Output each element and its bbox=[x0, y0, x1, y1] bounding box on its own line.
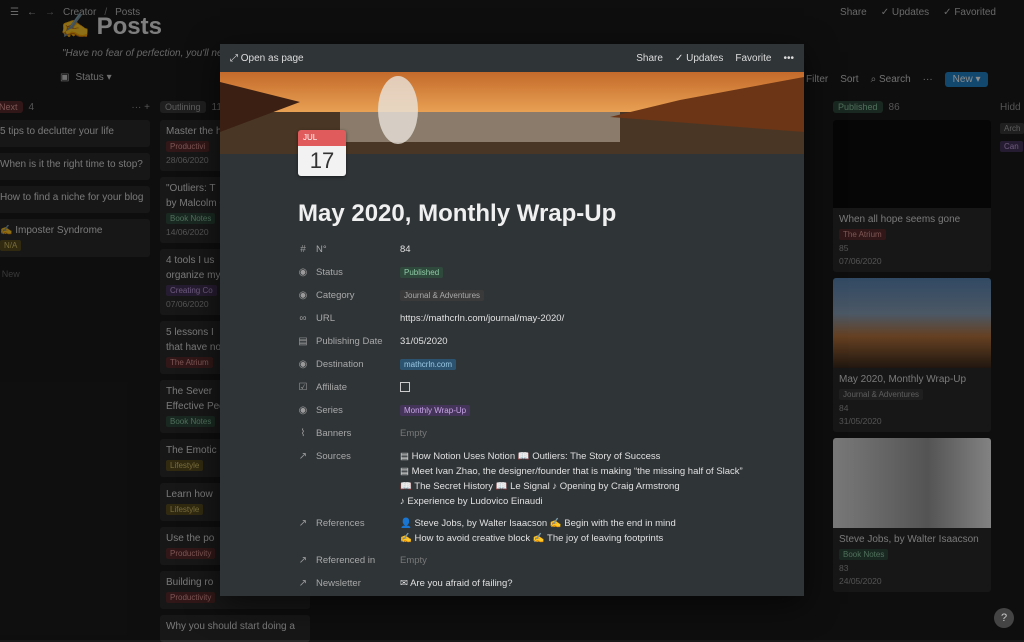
relation-link[interactable]: ▤ How Notion Uses Notion bbox=[400, 451, 515, 462]
page-peek-modal: ⤢ Open as page Share ✓ Updates Favorite … bbox=[220, 44, 804, 596]
select-icon: ◉ bbox=[298, 268, 308, 278]
select-icon: ◉ bbox=[298, 406, 308, 416]
checkbox-icon: ☑ bbox=[298, 383, 308, 393]
property-affiliate[interactable]: ☑Affiliate bbox=[298, 378, 778, 401]
open-as-page-button[interactable]: ⤢ Open as page bbox=[230, 53, 304, 64]
relation-link[interactable]: ✉ Are you afraid of failing? bbox=[400, 578, 513, 589]
relation-arrow-icon: ↗ bbox=[298, 519, 308, 529]
property-status[interactable]: ◉StatusPublished bbox=[298, 263, 778, 286]
help-button[interactable]: ? bbox=[994, 608, 1014, 628]
select-icon: ◉ bbox=[298, 360, 308, 370]
affiliate-checkbox[interactable] bbox=[400, 382, 410, 392]
relation-arrow-icon: ↗ bbox=[298, 579, 308, 589]
page-title[interactable]: May 2020, Monthly Wrap-Up bbox=[298, 200, 616, 228]
property-category[interactable]: ◉CategoryJournal & Adventures bbox=[298, 286, 778, 309]
modal-toolbar: ⤢ Open as page Share ✓ Updates Favorite … bbox=[220, 44, 804, 72]
property-url[interactable]: ∞URLhttps://mathcrln.com/journal/may-202… bbox=[298, 309, 778, 332]
modal-updates-button[interactable]: ✓ Updates bbox=[675, 53, 723, 64]
property-publishing-date[interactable]: ▤Publishing Date31/05/2020 bbox=[298, 332, 778, 355]
relation-link[interactable]: ♪ Experience by Ludovico Einaudi bbox=[400, 496, 543, 507]
calendar-page-icon[interactable]: JUL 17 bbox=[298, 130, 346, 176]
relation-link[interactable]: 📖 The Secret History bbox=[400, 481, 493, 492]
relation-arrow-icon: ↗ bbox=[298, 452, 308, 462]
relation-link[interactable]: ▤ Meet Ivan Zhao, the designer/founder t… bbox=[400, 466, 743, 477]
modal-share-button[interactable]: Share bbox=[636, 53, 663, 64]
select-icon: ◉ bbox=[298, 291, 308, 301]
modal-favorite-button[interactable]: Favorite bbox=[735, 53, 771, 64]
relation-link[interactable]: ✍ How to avoid creative block bbox=[400, 533, 530, 544]
property-referenced-in[interactable]: ↗Referenced inEmpty bbox=[298, 551, 778, 574]
relation-link[interactable]: ♪ Opening by Craig Armstrong bbox=[552, 481, 679, 492]
paperclip-icon: ⌇ bbox=[298, 429, 308, 439]
property-references[interactable]: ↗References 👤 Steve Jobs, by Walter Isaa… bbox=[298, 514, 778, 551]
property-series[interactable]: ◉SeriesMonthly Wrap-Up bbox=[298, 401, 778, 424]
property-list: #N°84 ◉StatusPublished ◉CategoryJournal … bbox=[298, 240, 778, 596]
property-sources[interactable]: ↗Sources ▤ How Notion Uses Notion 📖 Outl… bbox=[298, 447, 778, 514]
property-newsletter[interactable]: ↗Newsletter✉ Are you afraid of failing? bbox=[298, 574, 778, 596]
property-banners[interactable]: ⌇BannersEmpty bbox=[298, 424, 778, 447]
relation-link[interactable]: 📖 Le Signal bbox=[496, 481, 550, 492]
relation-arrow-icon: ↗ bbox=[298, 556, 308, 566]
hash-icon: # bbox=[298, 245, 308, 255]
more-icon[interactable]: ••• bbox=[783, 53, 794, 64]
calendar-icon: ▤ bbox=[298, 337, 308, 347]
link-icon: ∞ bbox=[298, 314, 308, 324]
relation-link[interactable]: ✍ Begin with the end in mind bbox=[550, 518, 676, 529]
relation-link[interactable]: ✍ The joy of leaving footprints bbox=[533, 533, 663, 544]
property-number[interactable]: #N°84 bbox=[298, 240, 778, 263]
property-destination[interactable]: ◉Destinationmathcrln.com bbox=[298, 355, 778, 378]
relation-link[interactable]: 👤 Steve Jobs, by Walter Isaacson bbox=[400, 518, 547, 529]
relation-link[interactable]: 📖 Outliers: The Story of Success bbox=[518, 451, 661, 462]
